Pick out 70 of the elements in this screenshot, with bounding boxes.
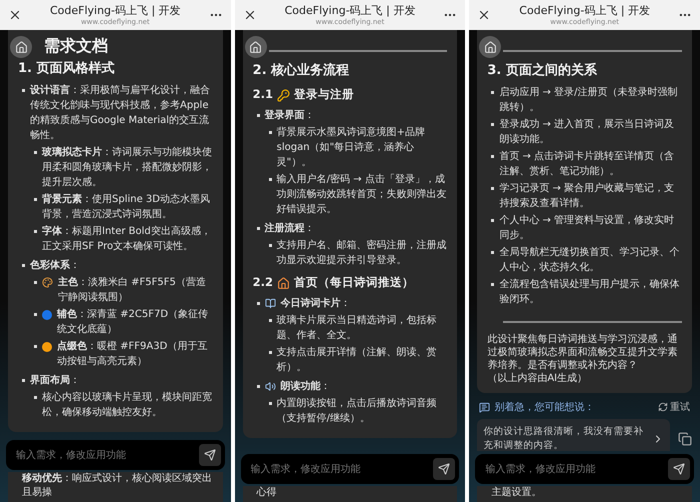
house-icon [277, 276, 290, 290]
key-icon [277, 88, 290, 102]
summary-paragraph: （以上内容由AI生成） [487, 372, 588, 385]
list-item-text: 全局导航栏无缝切换首页、学习记录、个人中心，状态持久化。 [499, 246, 680, 275]
list-item-text: 个人中心 → 管理资料与设置，修改实时同步。 [499, 214, 676, 243]
suggestion-prompt: 别着急，您可能想说： [494, 400, 596, 414]
list-item-text: 点缀色：暖橙 #FF9A3D（用于互动按钮与高亮元素） [57, 340, 208, 369]
section-heading: 3. 页面之间的关系 [487, 62, 598, 80]
list-item-text: 首页 → 点击诗词卡片跳转至详情页（含注解、赏析、笔记功能）。 [499, 150, 676, 179]
list-item-text: 全流程包含错误处理与用户提示，确保体验闭环。 [499, 278, 680, 307]
list-item-text: 背景展示水墨风诗词意境图+品牌slogan（如"每日诗意，涵养心灵"）。 [276, 126, 426, 170]
list-item-text: 输入用户名/密码 → 点击「登录」，成功则流畅动效跳转首页；失败则弹出友好错误提示。 [276, 172, 448, 217]
input-field[interactable]: 输入需求，修改应用功能 [483, 462, 668, 476]
subsection-number: 2.2 [252, 274, 274, 290]
subsection-heading: 首页（每日诗词推送） [294, 274, 414, 290]
summary-paragraph: 此设计聚焦每日诗词推送与学习沉浸感，通过极简玻璃拟态界面和流畅交互提升文学素养培养。是否有调整或补充内容？ [487, 333, 678, 372]
list-item-text: 内置朗读按钮，点击后播放诗词音频（支持暂停/继续）。 [276, 396, 438, 426]
partial-text: 主题设置。 [477, 486, 692, 502]
input-field[interactable]: 输入需求，修改应用功能 [248, 462, 434, 476]
list-item-text: 设计语言：采用极简与扁平化设计，融合传统文化韵味与现代科技感，参考Apple的精致质感与Google Material的交互流畅性。 [30, 83, 211, 143]
chat-input-field[interactable]: 输入需求，修改应用功能 [6, 440, 225, 470]
send-icon [438, 463, 450, 475]
book-icon [264, 298, 276, 309]
list-item-text: 色彩体系： [30, 258, 80, 273]
copy-icon[interactable] [678, 432, 692, 446]
input-field[interactable]: 输入需求，修改应用功能 [14, 448, 199, 462]
section-heading: 2. 核心业务流程 [252, 62, 350, 80]
suggestion-item[interactable]: 你的设计思路很清晰，我没有需要补充和调整的内容。 [477, 419, 670, 451]
send-button[interactable] [198, 444, 221, 466]
home-icon [14, 40, 28, 54]
list-item-text: 玻璃卡片展示当日精选诗词，包括标题、作者、全文。 [276, 314, 438, 343]
list-item-text: 学习记录页 → 聚合用户收藏与笔记，支持搜索及查看详情。 [499, 182, 676, 211]
list-item-text: 辅色：深青蓝 #2C5F7D（象征传统文化底蕴） [57, 308, 210, 337]
subsection-heading: 登录与注册 [294, 86, 354, 102]
speaker-icon [264, 381, 276, 392]
list-item-text: 背景元素：使用Spline 3D动态水墨风背景，营造沉浸式诗词氛围。 [42, 192, 211, 222]
list-item-text: 玻璃拟态卡片：诗词展示与功能模块使用柔和圆角玻璃卡片，搭配微妙阴影，提升层次感。 [42, 145, 213, 190]
retry-button[interactable]: 重试 [658, 400, 690, 414]
list-item-text: 界面布局： [30, 374, 80, 388]
list-item-text: 支持用户名、邮箱、密码注册，注册成功显示欢迎提示并引导登录。 [276, 238, 448, 268]
send-icon [204, 449, 216, 461]
partial-text: 移动优先：响应式设计，核心阅读区域突出且易操 [8, 472, 223, 502]
chat-input-field[interactable]: 输入需求，修改应用功能 [475, 454, 694, 484]
list-item-text: 注册流程： [264, 221, 315, 236]
send-button[interactable] [433, 458, 456, 480]
partial-text: 心得 [242, 486, 458, 502]
document-title: 需求文档 [44, 36, 109, 56]
subsection-number: 2.1 [252, 86, 274, 102]
list-item-text: 字体：标题用Inter Bold突出高级感，正文采用SF Pro文本确保可读性。 [42, 224, 212, 254]
close-icon[interactable] [8, 8, 22, 22]
page-title: CodeFlying-码上飞 | 开发 [284, 4, 416, 18]
home-icon [484, 40, 497, 54]
refresh-icon [658, 402, 668, 412]
page-title: CodeFlying-码上飞 | 开发 [50, 4, 181, 18]
list-item-text: 朗读功能： [280, 379, 331, 394]
palette-icon [42, 277, 53, 288]
section-heading: 1. 页面风格样式 [18, 60, 116, 78]
page-title: CodeFlying-码上飞 | 开发 [519, 4, 650, 18]
list-item-text: 今日诗词卡片： [280, 296, 351, 311]
chat-input-field[interactable]: 输入需求，修改应用功能 [240, 454, 460, 484]
send-icon [673, 463, 685, 475]
list-item-text: 登录成功 → 进入首页，展示当日诗词及朗读功能。 [499, 118, 676, 147]
list-item-text: 主色：淡雅米白 #F5F5F5（营造宁静阅读氛围） [58, 275, 207, 305]
send-button[interactable] [668, 458, 690, 480]
list-item-text: 启动应用 → 登录/注册页（未登录时强制跳转）。 [499, 86, 678, 115]
home-icon [249, 40, 262, 54]
list-item-text: 登录界面： [264, 108, 315, 123]
chat-icon [479, 402, 490, 412]
list-item-text: 核心内容以玻璃卡片呈现，模块间距宽松，确保移动端触控友好。 [42, 390, 213, 420]
list-item-text: 支持点击展开详情（注解、朗读、赏析）。 [276, 346, 438, 375]
